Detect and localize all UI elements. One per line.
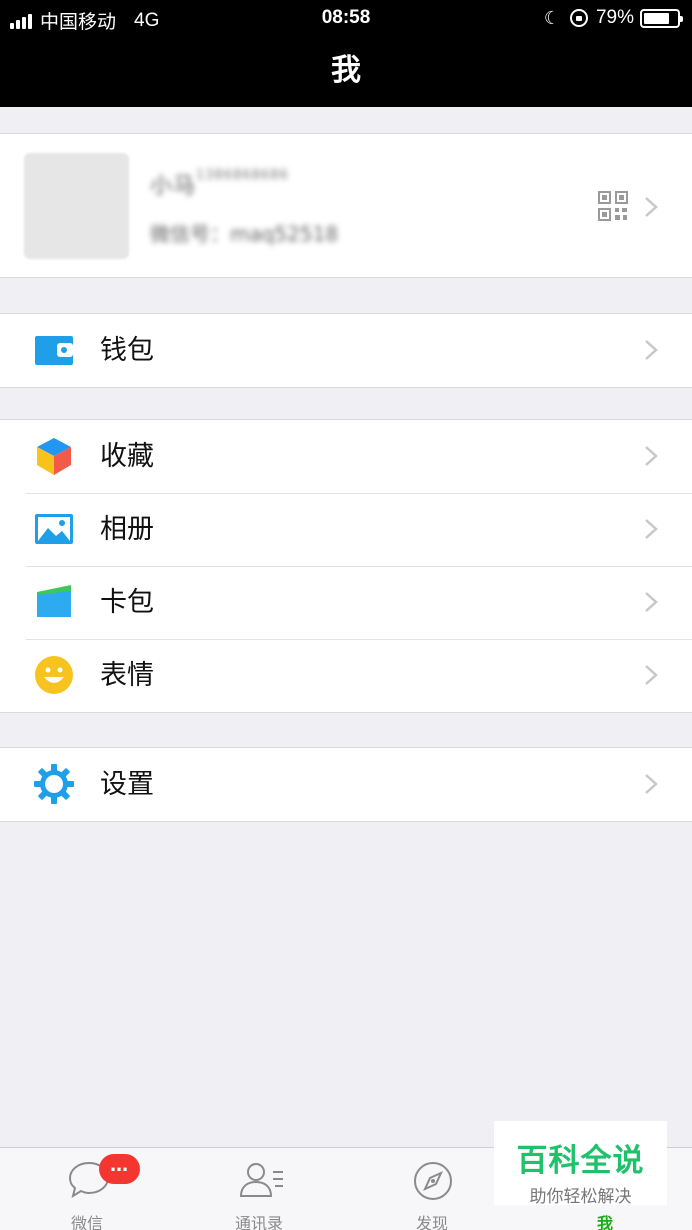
menu-item-cards[interactable]: 卡包 xyxy=(0,566,692,639)
avatar[interactable] xyxy=(24,153,129,259)
profile-phone: 1386868686 xyxy=(196,168,289,183)
chevron-right-icon xyxy=(645,340,658,360)
menu-item-favorites[interactable]: 收藏 xyxy=(0,420,692,493)
tab-label-discover: 发现 xyxy=(415,1214,448,1230)
tab-label-contacts: 通讯录 xyxy=(234,1214,283,1230)
watermark-title: 百科全说 xyxy=(516,1143,645,1179)
contacts-icon xyxy=(239,1163,283,1197)
watermark-logo: 百科全说 助你轻松解决 xyxy=(494,1121,667,1207)
gear-icon xyxy=(34,764,74,804)
menu-label-settings: 设置 xyxy=(100,769,154,800)
chevron-right-icon xyxy=(645,665,658,685)
unread-badge: … xyxy=(99,1154,140,1184)
menu-item-settings[interactable]: 设置 xyxy=(0,748,692,821)
settings-group: 设置 xyxy=(0,747,692,822)
moon-icon: ☾ xyxy=(543,7,560,28)
status-bar: 中国移动 4G 08:58 ☾ 79% xyxy=(0,0,692,36)
chevron-right-icon xyxy=(645,519,658,539)
smiley-icon xyxy=(35,656,73,694)
battery-percent: 79% xyxy=(595,7,634,28)
menu-item-album[interactable]: 相册 xyxy=(0,493,692,566)
profile-name: 小马1386868686 xyxy=(150,168,289,200)
menu-label-cards: 卡包 xyxy=(100,587,154,618)
menu-item-wallet[interactable]: 钱包 xyxy=(0,314,692,387)
wallet-group: 钱包 xyxy=(0,313,692,388)
profile-name-text: 小马 xyxy=(150,174,197,199)
tab-label-chats: 微信 xyxy=(70,1214,103,1230)
chevron-right-icon xyxy=(645,592,658,612)
profile-card[interactable]: 小马1386868686 微信号：maq52518 xyxy=(0,133,692,278)
battery-icon xyxy=(640,8,683,28)
wechat-id-value: maq52518 xyxy=(230,222,339,246)
chevron-right-icon xyxy=(645,774,658,794)
menu-label-stickers: 表情 xyxy=(100,660,154,691)
menu-label-favorites: 收藏 xyxy=(100,441,154,472)
orientation-lock-icon xyxy=(569,9,588,27)
card-icon xyxy=(37,585,71,617)
qr-code-icon[interactable] xyxy=(598,191,628,221)
menu-item-stickers[interactable]: 表情 xyxy=(0,639,692,712)
tab-contacts[interactable]: 通讯录 xyxy=(199,1148,319,1230)
compass-icon xyxy=(414,1162,452,1200)
chevron-right-icon xyxy=(645,446,658,466)
cube-icon xyxy=(37,438,71,475)
menu-label-album: 相册 xyxy=(100,514,154,545)
tab-discover[interactable]: 发现 xyxy=(372,1148,492,1230)
status-right: ☾ 79% xyxy=(543,7,683,29)
chevron-right-icon xyxy=(645,197,658,217)
profile-wechat-id: 微信号：maq52518 xyxy=(150,218,338,247)
nav-bar: 我 xyxy=(0,36,692,107)
wallet-icon xyxy=(35,336,73,365)
menu-label-wallet: 钱包 xyxy=(100,335,154,366)
tab-label-me: 我 xyxy=(596,1214,613,1230)
main-menu-group: 收藏 相册 卡包 表情 xyxy=(0,419,692,713)
album-icon xyxy=(35,514,73,544)
wechat-id-label: 微信号： xyxy=(150,222,230,246)
watermark-subtitle: 助你轻松解决 xyxy=(529,1187,632,1207)
page-title: 我 xyxy=(331,53,361,88)
